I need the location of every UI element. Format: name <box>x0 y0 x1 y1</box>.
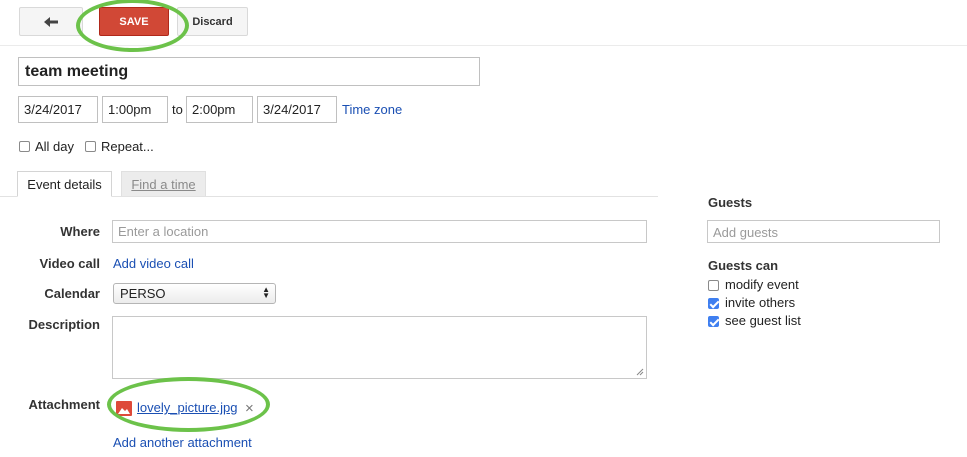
all-day-label: All day <box>35 139 75 154</box>
all-day-checkbox[interactable] <box>19 141 30 152</box>
guests-heading: Guests <box>708 195 753 210</box>
add-guests-placeholder: Add guests <box>713 225 779 240</box>
repeat-label: Repeat... <box>101 139 154 154</box>
where-label: Where <box>60 224 100 239</box>
attachment-label: Attachment <box>28 397 100 412</box>
modify-event-checkbox[interactable] <box>708 280 719 291</box>
back-button[interactable] <box>19 7 83 36</box>
add-another-attachment-link[interactable]: Add another attachment <box>113 435 252 450</box>
back-arrow-icon <box>44 16 58 27</box>
end-time-field[interactable]: 2:00pm <box>186 96 253 123</box>
tab-find-a-time[interactable]: Find a time <box>121 171 206 197</box>
attachment-file-link[interactable]: lovely_picture.jpg <box>137 400 237 415</box>
see-guest-list-checkbox[interactable] <box>708 316 719 327</box>
repeat-checkbox[interactable] <box>85 141 96 152</box>
discard-button[interactable]: Discard <box>177 7 248 36</box>
where-input[interactable]: Enter a location <box>112 220 647 243</box>
calendar-label: Calendar <box>44 286 100 301</box>
description-textarea[interactable] <box>112 316 647 379</box>
select-arrows-icon: ▲ ▼ <box>262 285 270 300</box>
resize-grip-icon[interactable] <box>636 368 644 376</box>
event-title-input[interactable] <box>18 57 480 86</box>
invite-others-checkbox[interactable] <box>708 298 719 309</box>
close-icon[interactable]: × <box>245 400 254 417</box>
guests-can-heading: Guests can <box>708 258 779 273</box>
modify-event-label: modify event <box>725 277 799 292</box>
add-guests-input[interactable]: Add guests <box>707 220 940 243</box>
calendar-select-value: PERSO <box>120 286 166 301</box>
tab-event-details[interactable]: Event details <box>17 171 112 197</box>
to-label: to <box>172 102 183 117</box>
add-video-call-link[interactable]: Add video call <box>113 256 194 271</box>
see-guest-list-label: see guest list <box>725 313 801 328</box>
video-call-label: Video call <box>39 256 100 271</box>
invite-others-label: invite others <box>725 295 796 310</box>
calendar-select[interactable]: PERSO ▲ ▼ <box>113 283 276 304</box>
where-placeholder: Enter a location <box>118 224 209 239</box>
start-date-field[interactable]: 3/24/2017 <box>18 96 98 123</box>
toolbar-divider <box>0 45 967 46</box>
image-file-icon <box>116 401 132 416</box>
save-button[interactable]: SAVE <box>99 7 169 36</box>
time-zone-link[interactable]: Time zone <box>342 102 402 117</box>
description-label: Description <box>28 317 100 332</box>
start-time-field[interactable]: 1:00pm <box>102 96 168 123</box>
end-date-field[interactable]: 3/24/2017 <box>257 96 337 123</box>
